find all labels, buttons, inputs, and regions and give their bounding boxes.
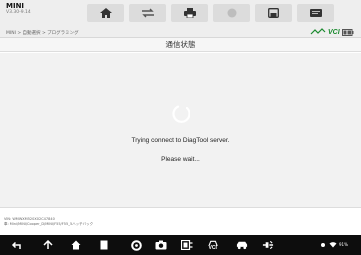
section-title: 通信状態 <box>0 38 361 52</box>
car-icon <box>236 241 248 250</box>
print-button[interactable] <box>171 4 208 22</box>
print-icon <box>183 8 196 18</box>
back-button[interactable] <box>10 239 22 251</box>
recents-icon <box>100 240 108 250</box>
svg-text:VCI: VCI <box>208 245 217 250</box>
vci-label: VCI <box>328 28 340 36</box>
main-content: Trying connect to DiagTool server. Pleas… <box>0 53 361 207</box>
vehicle-swap-button[interactable] <box>129 4 166 22</box>
data-logging-icon <box>309 9 322 17</box>
loading-spinner-icon <box>172 105 190 123</box>
home-button[interactable] <box>87 4 124 22</box>
title-bar: MINI V3.30-9.14 <box>0 0 361 27</box>
breadcrumb: MINI > 自動選択 > プログラミング <box>6 31 79 36</box>
vin-text: VIN: WMWXM520X02C47840 <box>4 217 55 221</box>
vci-manager-button[interactable]: VCI <box>208 239 220 251</box>
save-button[interactable] <box>255 4 292 22</box>
app-brand: MINI V3.30-9.14 <box>6 3 31 16</box>
up-arrow-icon <box>43 240 53 249</box>
brand-name: MINI <box>6 2 25 10</box>
help-button[interactable] <box>213 4 250 22</box>
settings-icon <box>130 239 142 251</box>
vehicle-info: VIN: WMWXM520X02C47840 車: Mini/MINI/Coop… <box>0 207 361 235</box>
screenshot-button[interactable] <box>155 239 167 251</box>
back-icon <box>11 241 21 249</box>
breadcrumb-bar: MINI > 自動選択 > プログラミング VCI <box>0 27 361 38</box>
battery-icon <box>341 28 354 36</box>
vehicle-swap-icon <box>141 8 154 18</box>
help-icon <box>227 8 236 18</box>
vci-connection-icon <box>310 28 326 35</box>
vehicle-path: 車: Mini/MINI/Cooper_D/MINI/F55/F55_5ハッチバ… <box>4 222 94 226</box>
wait-message: Please wait... <box>161 156 200 163</box>
settings-button[interactable] <box>130 239 142 251</box>
data-logging-button[interactable] <box>297 4 334 22</box>
vehicle-button[interactable] <box>236 239 248 251</box>
vci-nav-button[interactable] <box>181 239 193 251</box>
connect-button[interactable] <box>262 239 274 251</box>
vci-status[interactable]: VCI <box>310 28 354 36</box>
camera-icon <box>155 240 167 250</box>
save-icon <box>268 8 279 18</box>
status-message: Trying connect to DiagTool server. <box>131 137 230 144</box>
connect-icon <box>262 240 274 250</box>
home-icon <box>99 8 112 18</box>
up-button[interactable] <box>42 239 54 251</box>
brand-version: V3.30-9.14 <box>6 10 31 15</box>
vci-nav-icon <box>181 240 193 250</box>
wifi-icon <box>329 242 337 248</box>
recents-button[interactable] <box>98 239 110 251</box>
battery-level: 91% <box>339 242 348 247</box>
system-nav-bar: VCI 91% <box>0 235 361 255</box>
location-indicator-icon <box>321 243 325 247</box>
home-nav-button[interactable] <box>70 239 82 251</box>
home-nav-icon <box>71 240 81 250</box>
vci-manager-icon: VCI <box>208 240 218 250</box>
